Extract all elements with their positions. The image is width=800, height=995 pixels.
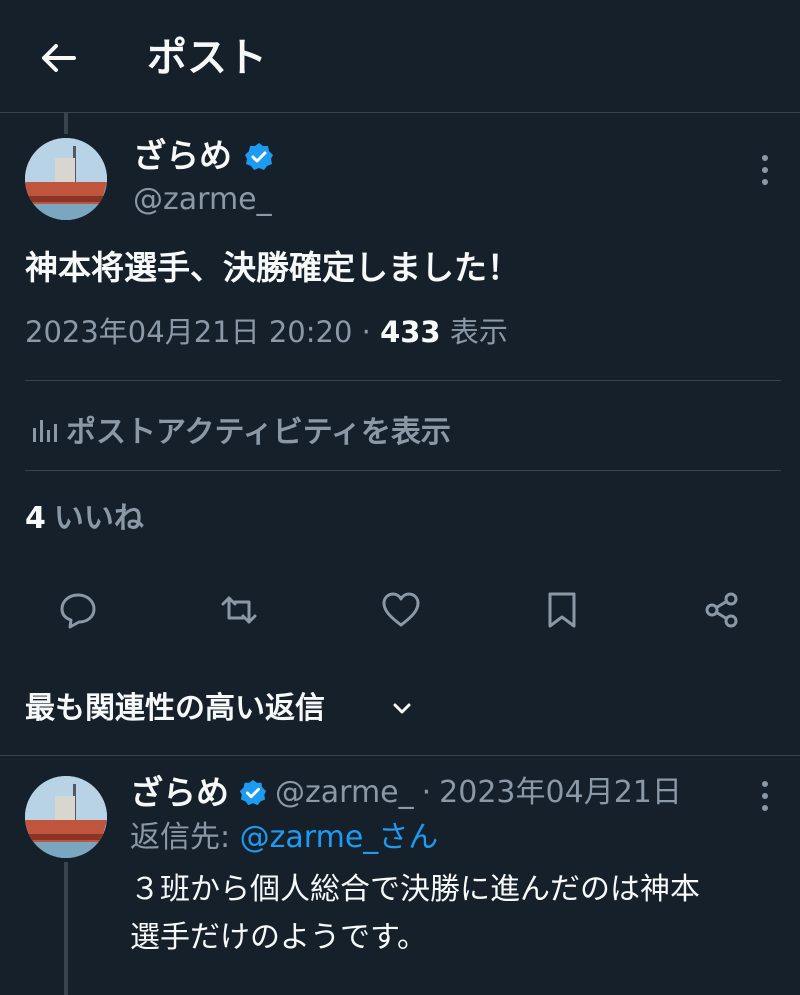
- divider: [0, 755, 800, 756]
- meta-separator: ·: [361, 315, 371, 349]
- chevron-down-icon[interactable]: [391, 698, 413, 720]
- views-count: 433: [380, 315, 441, 349]
- avatar[interactable]: [25, 138, 107, 220]
- reply-separator: ·: [421, 775, 432, 810]
- replying-to-link[interactable]: @zarme_さん: [240, 820, 439, 855]
- reply-sort-label: 最も関連性の高い返信: [25, 691, 325, 726]
- share-icon: [705, 592, 738, 628]
- page-title: ポスト: [147, 35, 267, 81]
- ship-avatar-image: [25, 776, 107, 858]
- reply-author-name[interactable]: ざらめ: [130, 771, 229, 815]
- post-timestamp[interactable]: 2023年04月21日 20:20: [25, 315, 352, 349]
- reply-button[interactable]: [58, 590, 98, 630]
- replying-to: 返信先: @zarme_さん: [130, 818, 438, 858]
- ship-avatar-image: [25, 138, 107, 220]
- back-button[interactable]: [38, 38, 78, 78]
- reply-header: ざらめ @zarme_ · 2023年04月21日: [130, 771, 682, 815]
- verified-badge-icon: [244, 142, 274, 172]
- replying-to-label: 返信先:: [130, 820, 231, 855]
- reply-text-line-2: 選手だけのようです。: [130, 920, 427, 955]
- reply-more-options-icon[interactable]: [759, 779, 771, 813]
- replying-to-handle: @zarme_: [239, 820, 379, 855]
- reply-sort-dropdown[interactable]: 最も関連性の高い返信: [25, 687, 325, 731]
- likes-stat[interactable]: 4 いいね: [25, 497, 144, 541]
- replying-to-suffix: さん: [378, 820, 439, 855]
- reply-icon: [60, 593, 96, 629]
- analytics-icon: [33, 420, 57, 442]
- arrow-left-icon: [42, 44, 76, 72]
- retweet-button[interactable]: [219, 590, 259, 630]
- views-label: 表示: [449, 315, 508, 349]
- reply-text-line-1: ３班から個人総合で決勝に進んだのは神本: [130, 872, 700, 907]
- likes-count: 4: [25, 501, 46, 536]
- verified-badge-icon: [239, 779, 267, 807]
- share-button[interactable]: [702, 590, 742, 630]
- post-activity-label: ポストアクティビティを表示: [66, 415, 451, 450]
- post-text: 神本将選手、決勝確定しました！: [25, 248, 520, 287]
- top-bar: [0, 0, 800, 113]
- reply-avatar[interactable]: [25, 776, 107, 858]
- post-activity-link[interactable]: ポストアクティビティを表示: [30, 404, 451, 454]
- bookmark-icon: [548, 592, 576, 628]
- divider: [25, 380, 781, 381]
- like-button[interactable]: [381, 590, 421, 630]
- thread-connector: [64, 862, 68, 995]
- author-name[interactable]: ざらめ: [133, 134, 232, 178]
- bookmark-button[interactable]: [542, 590, 582, 630]
- more-options-icon[interactable]: [759, 153, 771, 187]
- divider: [25, 470, 781, 471]
- retweet-icon: [221, 596, 257, 624]
- author-handle[interactable]: @zarme_: [133, 180, 272, 220]
- reply-date[interactable]: 2023年04月21日: [439, 773, 682, 813]
- thread-connector: [64, 112, 68, 134]
- reply-author-handle[interactable]: @zarme_: [275, 773, 414, 813]
- heart-icon: [382, 592, 420, 627]
- likes-label: いいね: [53, 501, 144, 536]
- post-meta: 2023年04月21日 20:20 · 433 表示: [25, 312, 508, 352]
